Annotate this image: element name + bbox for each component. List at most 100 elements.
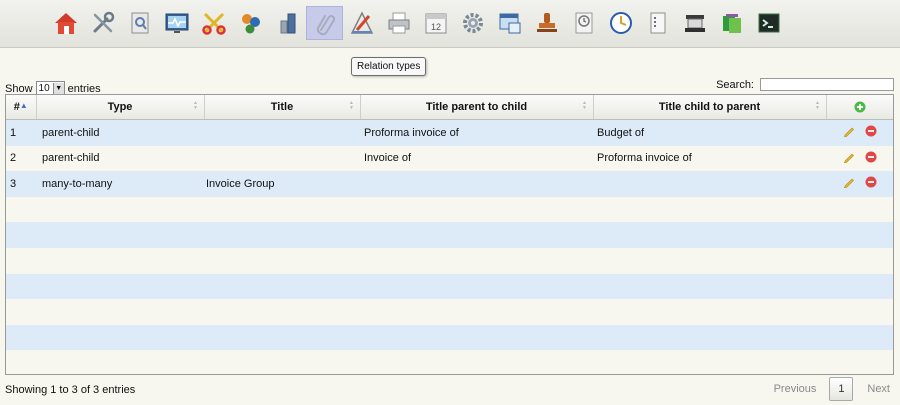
empty-row — [6, 299, 893, 325]
add-icon[interactable] — [854, 101, 866, 113]
calendar-button[interactable]: 12 — [417, 6, 454, 40]
gear-icon — [462, 13, 483, 33]
settings-button[interactable] — [454, 6, 491, 40]
page-length-value: 10 — [38, 83, 50, 94]
search-control: Search: — [716, 78, 894, 91]
list-button[interactable] — [639, 6, 676, 40]
monitor-chart-icon — [165, 13, 188, 33]
table-header-row: #▲ Type ▲ ▼ Title ▲ ▼ Title parent to chil… — [6, 95, 893, 120]
printer-icon — [388, 12, 409, 34]
toolbar: 12 — [0, 0, 900, 48]
table-row: 1 parent-child Proforma invoice of Budge… — [6, 119, 893, 146]
empty-row — [6, 196, 893, 223]
cell-type: many-to-many — [36, 171, 204, 197]
relation-types-button[interactable] — [306, 6, 343, 40]
search-document-button[interactable] — [121, 6, 158, 40]
column-header-title-label: Title — [270, 101, 294, 113]
edit-pencil-icon[interactable] — [843, 151, 855, 163]
empty-row — [6, 247, 893, 274]
empty-row — [6, 222, 893, 248]
relation-types-tooltip: Relation types — [351, 57, 427, 76]
previous-button[interactable]: Previous — [774, 383, 817, 395]
sort-icon: ▲ ▼ — [815, 100, 820, 111]
column-header-id[interactable]: #▲ — [6, 95, 37, 120]
table-row: 2 parent-child Invoice of Proforma invoi… — [6, 145, 893, 172]
scissors-icon — [201, 12, 226, 35]
toolbar-icons: 12 — [47, 6, 787, 40]
empty-row — [6, 324, 893, 351]
cell-actions — [826, 119, 893, 146]
edit-pencil-icon[interactable] — [843, 125, 855, 138]
column-header-child-to-parent[interactable]: Title child to parent ▲ ▼ — [593, 95, 827, 120]
users-button[interactable] — [232, 6, 269, 40]
cell-title — [204, 145, 360, 172]
bottles-button[interactable] — [269, 6, 306, 40]
page-button-1[interactable]: 1 — [829, 377, 854, 401]
cell-id: 3 — [6, 171, 36, 197]
terminal-icon — [758, 13, 779, 33]
chevron-down-icon: ▼ — [52, 83, 64, 94]
folders-button[interactable] — [713, 6, 750, 40]
cell-actions — [826, 145, 893, 172]
cell-type: parent-child — [36, 119, 204, 146]
sort-asc-icon: ▲ — [19, 101, 28, 110]
scanner-icon — [684, 15, 705, 32]
tools-icon — [93, 11, 114, 33]
cell-type: parent-child — [36, 145, 204, 172]
delete-icon[interactable] — [865, 176, 877, 188]
column-header-type[interactable]: Type ▲ ▼ — [36, 95, 205, 120]
column-header-actions — [826, 95, 893, 120]
cell-parent-to-child: Proforma invoice of — [360, 119, 593, 146]
search-input[interactable] — [760, 78, 894, 91]
column-header-parent-to-child-label: Title parent to child — [425, 101, 528, 113]
monitor-button[interactable] — [158, 6, 195, 40]
calendar-icon: 12 — [425, 13, 446, 34]
cell-title — [204, 119, 360, 146]
scanner-button[interactable] — [676, 6, 713, 40]
column-header-title[interactable]: Title ▲ ▼ — [204, 95, 361, 120]
stamp-button[interactable] — [528, 6, 565, 40]
column-header-child-to-parent-label: Title child to parent — [658, 101, 761, 113]
table-row: 3 many-to-many Invoice Group — [6, 171, 893, 197]
relation-types-table: #▲ Type ▲ ▼ Title ▲ ▼ Title parent to chil… — [5, 94, 894, 375]
delete-icon[interactable] — [865, 125, 877, 137]
entries-label: entries — [67, 82, 101, 95]
empty-row — [6, 273, 893, 300]
cell-id: 2 — [6, 145, 36, 172]
pagination: Previous 1 Next — [774, 377, 890, 401]
list-icon — [650, 12, 665, 34]
search-document-icon — [131, 12, 148, 34]
draw-tools-button[interactable] — [343, 6, 380, 40]
next-button[interactable]: Next — [867, 383, 890, 395]
cell-actions — [826, 171, 893, 197]
window-icon — [499, 13, 520, 34]
delete-icon[interactable] — [865, 151, 877, 163]
window-button[interactable] — [491, 6, 528, 40]
sort-icon: ▲ ▼ — [349, 100, 354, 111]
printer-button[interactable] — [380, 6, 417, 40]
bottles-icon — [280, 13, 295, 34]
clock-icon — [609, 12, 632, 34]
cell-parent-to-child — [360, 171, 593, 197]
home-icon — [54, 13, 77, 34]
clock-button[interactable] — [602, 6, 639, 40]
search-label: Search: — [716, 78, 754, 91]
column-header-parent-to-child[interactable]: Title parent to child ▲ ▼ — [360, 95, 594, 120]
show-label: Show — [5, 82, 33, 95]
cell-child-to-parent — [593, 171, 826, 197]
scissors-button[interactable] — [195, 6, 232, 40]
edit-pencil-icon[interactable] — [843, 176, 855, 189]
cell-child-to-parent: Budget of — [593, 119, 826, 146]
clipboard-button[interactable] — [565, 6, 602, 40]
cell-title: Invoice Group — [204, 171, 360, 197]
cell-parent-to-child: Invoice of — [360, 145, 593, 172]
tools-button[interactable] — [84, 6, 121, 40]
terminal-button[interactable] — [750, 6, 787, 40]
calendar-day-text: 12 — [430, 22, 440, 32]
draw-tools-icon — [350, 11, 373, 34]
folders-icon — [722, 14, 741, 33]
home-button[interactable] — [47, 6, 84, 40]
empty-row — [6, 350, 893, 374]
paperclip-icon — [316, 15, 335, 36]
clipboard-icon — [575, 12, 592, 34]
